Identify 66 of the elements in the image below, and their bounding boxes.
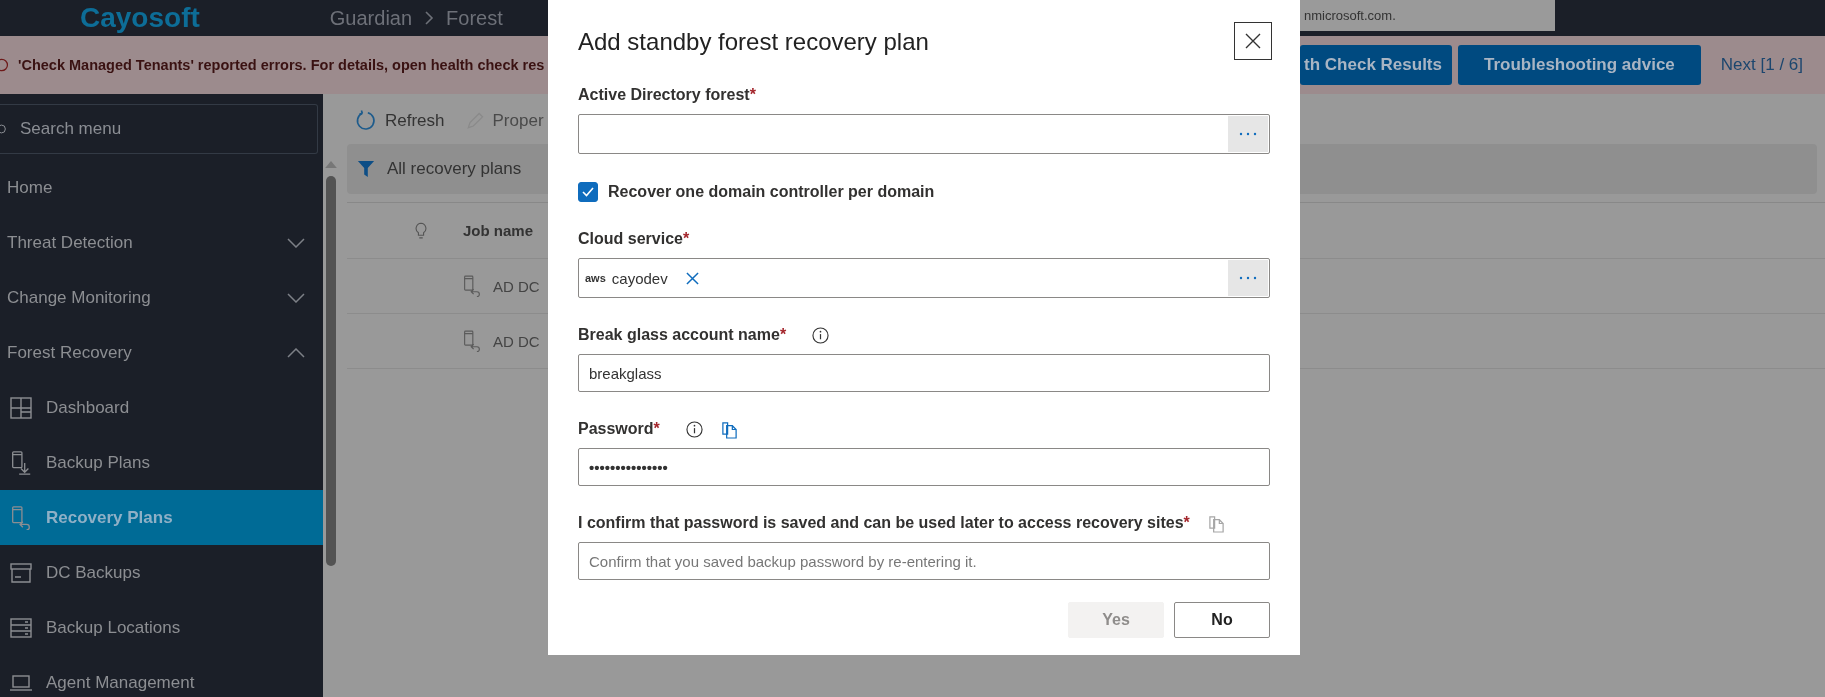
laptop-icon: [8, 672, 34, 693]
next-link[interactable]: Next [1 / 6]: [1720, 55, 1803, 75]
nav-item[interactable]: Forest Recovery: [0, 325, 323, 380]
remove-icon[interactable]: [685, 271, 699, 285]
dashboard-icon: [8, 396, 34, 419]
breadcrumb-item[interactable]: Forest: [446, 6, 503, 30]
field-label: Break glass account name*: [578, 326, 787, 344]
nav-item[interactable]: Change Monitoring: [0, 270, 323, 325]
banner-button[interactable]: th Check Results: [1300, 45, 1452, 85]
chevron-right-icon: [424, 10, 435, 26]
filter-icon: [357, 160, 375, 178]
banner-button[interactable]: Troubleshooting advice: [1458, 45, 1701, 85]
nav-item[interactable]: DC Backups: [0, 545, 323, 600]
copy-icon[interactable]: [720, 419, 738, 439]
nav-item[interactable]: Backup Plans: [0, 435, 323, 490]
table-cell: AD DC: [493, 277, 540, 295]
input-field[interactable]: breakglass: [578, 354, 1270, 392]
table-cell: AD DC: [493, 332, 540, 350]
picker-field[interactable]: aws cayodev: [578, 258, 1270, 298]
info-icon[interactable]: [812, 326, 830, 344]
nav-item[interactable]: Threat Detection: [0, 215, 323, 270]
more-icon: [1239, 276, 1257, 280]
nav-item[interactable]: Backup Locations: [0, 600, 323, 655]
nav-item[interactable]: Home: [0, 160, 323, 215]
input-field[interactable]: Confirm that you saved backup password by re-entering it.: [578, 542, 1270, 580]
dialog-title: Add standby forest recovery plan: [578, 28, 929, 56]
column-header[interactable]: Job name: [463, 222, 534, 239]
scrollbar-thumb[interactable]: [326, 176, 336, 566]
nav-item[interactable]: Agent Management: [0, 655, 323, 697]
server-icon: [8, 616, 34, 639]
chevron-down-icon: [287, 292, 305, 303]
input-field[interactable]: •••••••••••••••: [578, 448, 1270, 486]
checkbox-label: Recover one domain controller per domain: [608, 183, 935, 201]
close-button[interactable]: [1234, 22, 1272, 60]
search-field[interactable]: Search menu: [0, 104, 318, 154]
field-label: I confirm that password is saved and can be used later to access recovery sites*: [578, 514, 1190, 532]
device-return-icon: [463, 330, 481, 352]
refresh-button[interactable]: Refresh: [347, 110, 453, 132]
checkbox[interactable]: [578, 182, 598, 202]
search-placeholder: Search menu: [20, 119, 122, 139]
scroll-up-icon: [325, 161, 337, 168]
selected-item: cayodev: [611, 269, 668, 287]
archive-icon: [8, 561, 34, 584]
close-icon: [1245, 33, 1261, 49]
lightbulb-icon: [415, 221, 427, 240]
nav-item[interactable]: Dashboard: [0, 380, 323, 435]
breadcrumb-item[interactable]: Guardian: [329, 6, 413, 30]
picker-field[interactable]: [578, 114, 1270, 154]
logo: Cayosoft: [80, 1, 200, 35]
alert-message: 'Check Managed Tenants' reported errors. For details, open health check res: [18, 57, 545, 73]
info-icon[interactable]: [685, 420, 703, 438]
device-return-icon: [463, 275, 481, 297]
field-label: Password*: [578, 420, 660, 438]
aws-logo: aws: [585, 272, 606, 284]
no-button[interactable]: No: [1174, 602, 1270, 638]
nav-item[interactable]: Recovery Plans: [0, 490, 323, 545]
chevron-down-icon: [287, 237, 305, 248]
field-label: Cloud service*: [578, 230, 690, 248]
field-label: Active Directory forest*: [578, 86, 756, 104]
tenant-name: nmicrosoft.com.: [1303, 8, 1396, 23]
chevron-up-icon: [287, 347, 305, 358]
properties-button[interactable]: Proper: [456, 111, 552, 131]
more-icon: [1239, 132, 1257, 136]
refresh-icon: [355, 110, 377, 132]
checkmark-icon: [581, 185, 595, 199]
filter-button[interactable]: All recovery plans: [347, 158, 528, 180]
